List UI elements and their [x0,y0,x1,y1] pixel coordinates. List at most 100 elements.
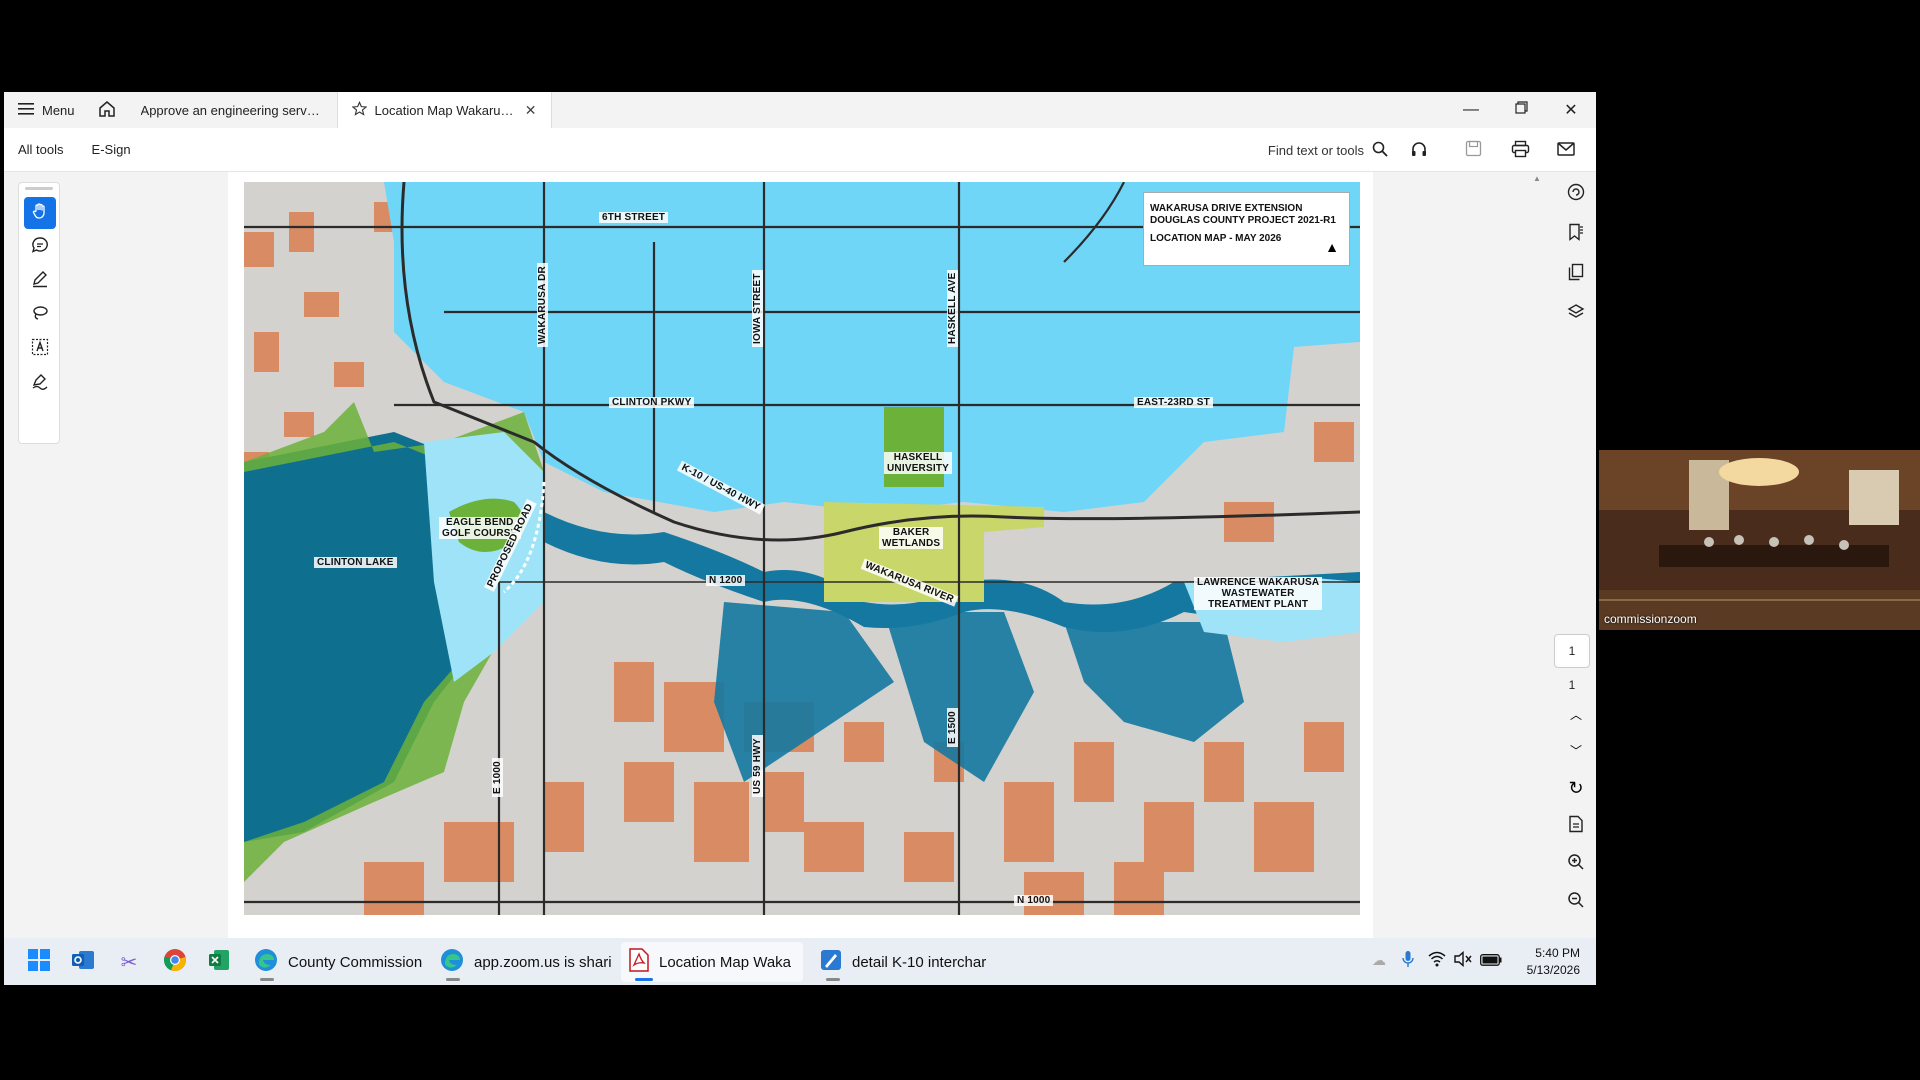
ai-assistant-icon [1567,183,1585,206]
scissors-icon: ✂ [120,951,138,974]
microphone-icon[interactable] [1402,950,1414,973]
copy-pages-icon [1568,263,1584,286]
chrome-taskbar-icon[interactable] [160,947,190,977]
label-n1200: N 1200 [706,575,746,586]
read-aloud-button[interactable] [1406,138,1432,164]
start-button[interactable] [24,947,54,977]
tab-location-map[interactable]: Location Map Wakarusa ... ✕ [336,92,552,128]
scroll-up-icon[interactable]: ▲ [1533,174,1541,183]
chrome-icon [163,948,187,977]
pages-button[interactable] [1564,262,1588,286]
highlight-tool-button[interactable] [24,265,56,297]
taskbar-app-location-map[interactable]: Location Map Waka [621,942,803,982]
page-number-input[interactable]: 1 [1554,634,1590,668]
layers-icon [1567,303,1585,326]
battery-icon[interactable] [1480,953,1502,971]
toolbar: All tools E-Sign Find text or tools [4,128,1596,172]
save-icon [1465,140,1482,162]
text-box-icon [31,338,49,361]
windows-taskbar: ✂ County Commission app.zoom.us is shari… [4,938,1596,985]
save-button[interactable] [1460,138,1486,164]
print-button[interactable] [1507,138,1533,164]
outlook-taskbar-icon[interactable] [68,947,98,977]
taskbar-clock[interactable]: 5:40 PM 5/13/2026 [1527,945,1580,979]
previous-page-button[interactable]: ︿ [1564,702,1588,726]
excel-taskbar-icon[interactable] [204,947,234,977]
document-icon [1568,815,1584,838]
label-east-23rd: EAST-23RD ST [1134,397,1213,408]
pen-icon [31,270,49,293]
onedrive-icon[interactable]: ☁ [1372,952,1386,969]
bookmark-icon [1568,223,1584,246]
volume-muted-icon[interactable] [1454,950,1472,972]
menu-button[interactable]: Menu [4,92,87,128]
tab-approve-engineering[interactable]: Approve an engineering services... [126,92,337,128]
zoom-in-button[interactable] [1564,852,1588,876]
meeting-room-video [1599,450,1920,630]
tab-bar: Menu Approve an engineering services... … [4,92,1596,128]
restore-button[interactable] [1496,92,1546,128]
esign-link[interactable]: E-Sign [78,142,145,157]
printer-icon [1511,140,1530,163]
home-button[interactable] [87,92,127,128]
hand-icon [31,202,49,225]
mail-icon [1557,141,1575,161]
page-setup-button[interactable] [1564,814,1588,838]
minimize-button[interactable]: — [1446,92,1496,128]
acrobat-icon [629,948,649,976]
taskbar-app-detail-k10[interactable]: detail K-10 interchar [812,942,994,982]
rail-grip[interactable] [25,187,53,190]
bookmarks-button[interactable] [1564,222,1588,246]
taskbar-app-county-commission[interactable]: County Commission [246,942,430,982]
taskbar-app-label: Location Map Waka [659,953,792,971]
star-icon[interactable] [351,101,368,119]
running-indicator [260,978,274,981]
email-button[interactable] [1553,138,1579,164]
hand-tool-button[interactable] [24,197,56,229]
right-tool-rail: ︿ ﹀ ↻ [1556,172,1596,985]
close-window-button[interactable]: ✕ [1546,92,1596,128]
wwtp-line2: WASTEWATER [1221,588,1295,599]
baker-line2: WETLANDS [882,538,941,549]
taskbar-app-zoom-sharing[interactable]: app.zoom.us is shari [432,942,620,982]
rotate-button[interactable]: ↻ [1564,776,1588,800]
running-indicator [826,978,840,981]
lasso-icon [31,304,49,327]
label-baker-wetlands: BAKER WETLANDS [879,527,944,549]
zoom-out-button[interactable] [1564,890,1588,914]
wifi-icon[interactable] [1428,951,1446,972]
close-tab-icon[interactable]: ✕ [525,102,537,119]
haskell-line2: UNIVERSITY [887,463,950,474]
text-tool-button[interactable] [24,333,56,365]
zoom-out-icon [1567,891,1585,914]
sign-tool-button[interactable] [24,367,56,399]
comment-icon [31,236,49,259]
zoom-in-icon [1567,853,1585,876]
label-e1000: E 1000 [492,758,503,797]
map-title-block: WAKARUSA DRIVE EXTENSION DOUGLAS COUNTY … [1143,192,1350,266]
chevron-down-icon: ﹀ [1569,743,1582,758]
next-page-button[interactable]: ﹀ [1564,738,1588,762]
location-map[interactable]: WAKARUSA DRIVE EXTENSION DOUGLAS COUNTY … [244,182,1360,915]
comment-tool-button[interactable] [24,231,56,263]
zoom-video-thumbnail[interactable]: commissionzoom [1599,450,1920,630]
ai-assistant-button[interactable] [1564,182,1588,206]
wwtp-line1: LAWRENCE WAKARUSA [1197,577,1320,588]
label-iowa-street: IOWA STREET [752,270,763,347]
all-tools-link[interactable]: All tools [4,142,78,157]
document-area: WAKARUSA DRIVE EXTENSION DOUGLAS COUNTY … [4,172,1596,985]
home-icon [98,100,116,121]
snipping-tool-taskbar-icon[interactable]: ✂ [114,947,144,977]
hamburger-icon [18,102,34,119]
map-graphic [244,182,1360,915]
wwtp-line3: TREATMENT PLANT [1208,599,1309,610]
label-us59: US 59 HWY [752,735,763,797]
vertical-scrollbar[interactable]: ▲ ▼ [1532,172,1542,985]
active-indicator [635,978,653,981]
pdf-page: WAKARUSA DRIVE EXTENSION DOUGLAS COUNTY … [228,172,1373,985]
layers-button[interactable] [1564,302,1588,326]
system-tray: ☁ 5:40 PM 5/13/2026 [1356,938,1596,985]
edge-icon [254,948,278,976]
draw-tool-button[interactable] [24,299,56,331]
find-text-or-tools[interactable]: Find text or tools [1268,128,1388,172]
